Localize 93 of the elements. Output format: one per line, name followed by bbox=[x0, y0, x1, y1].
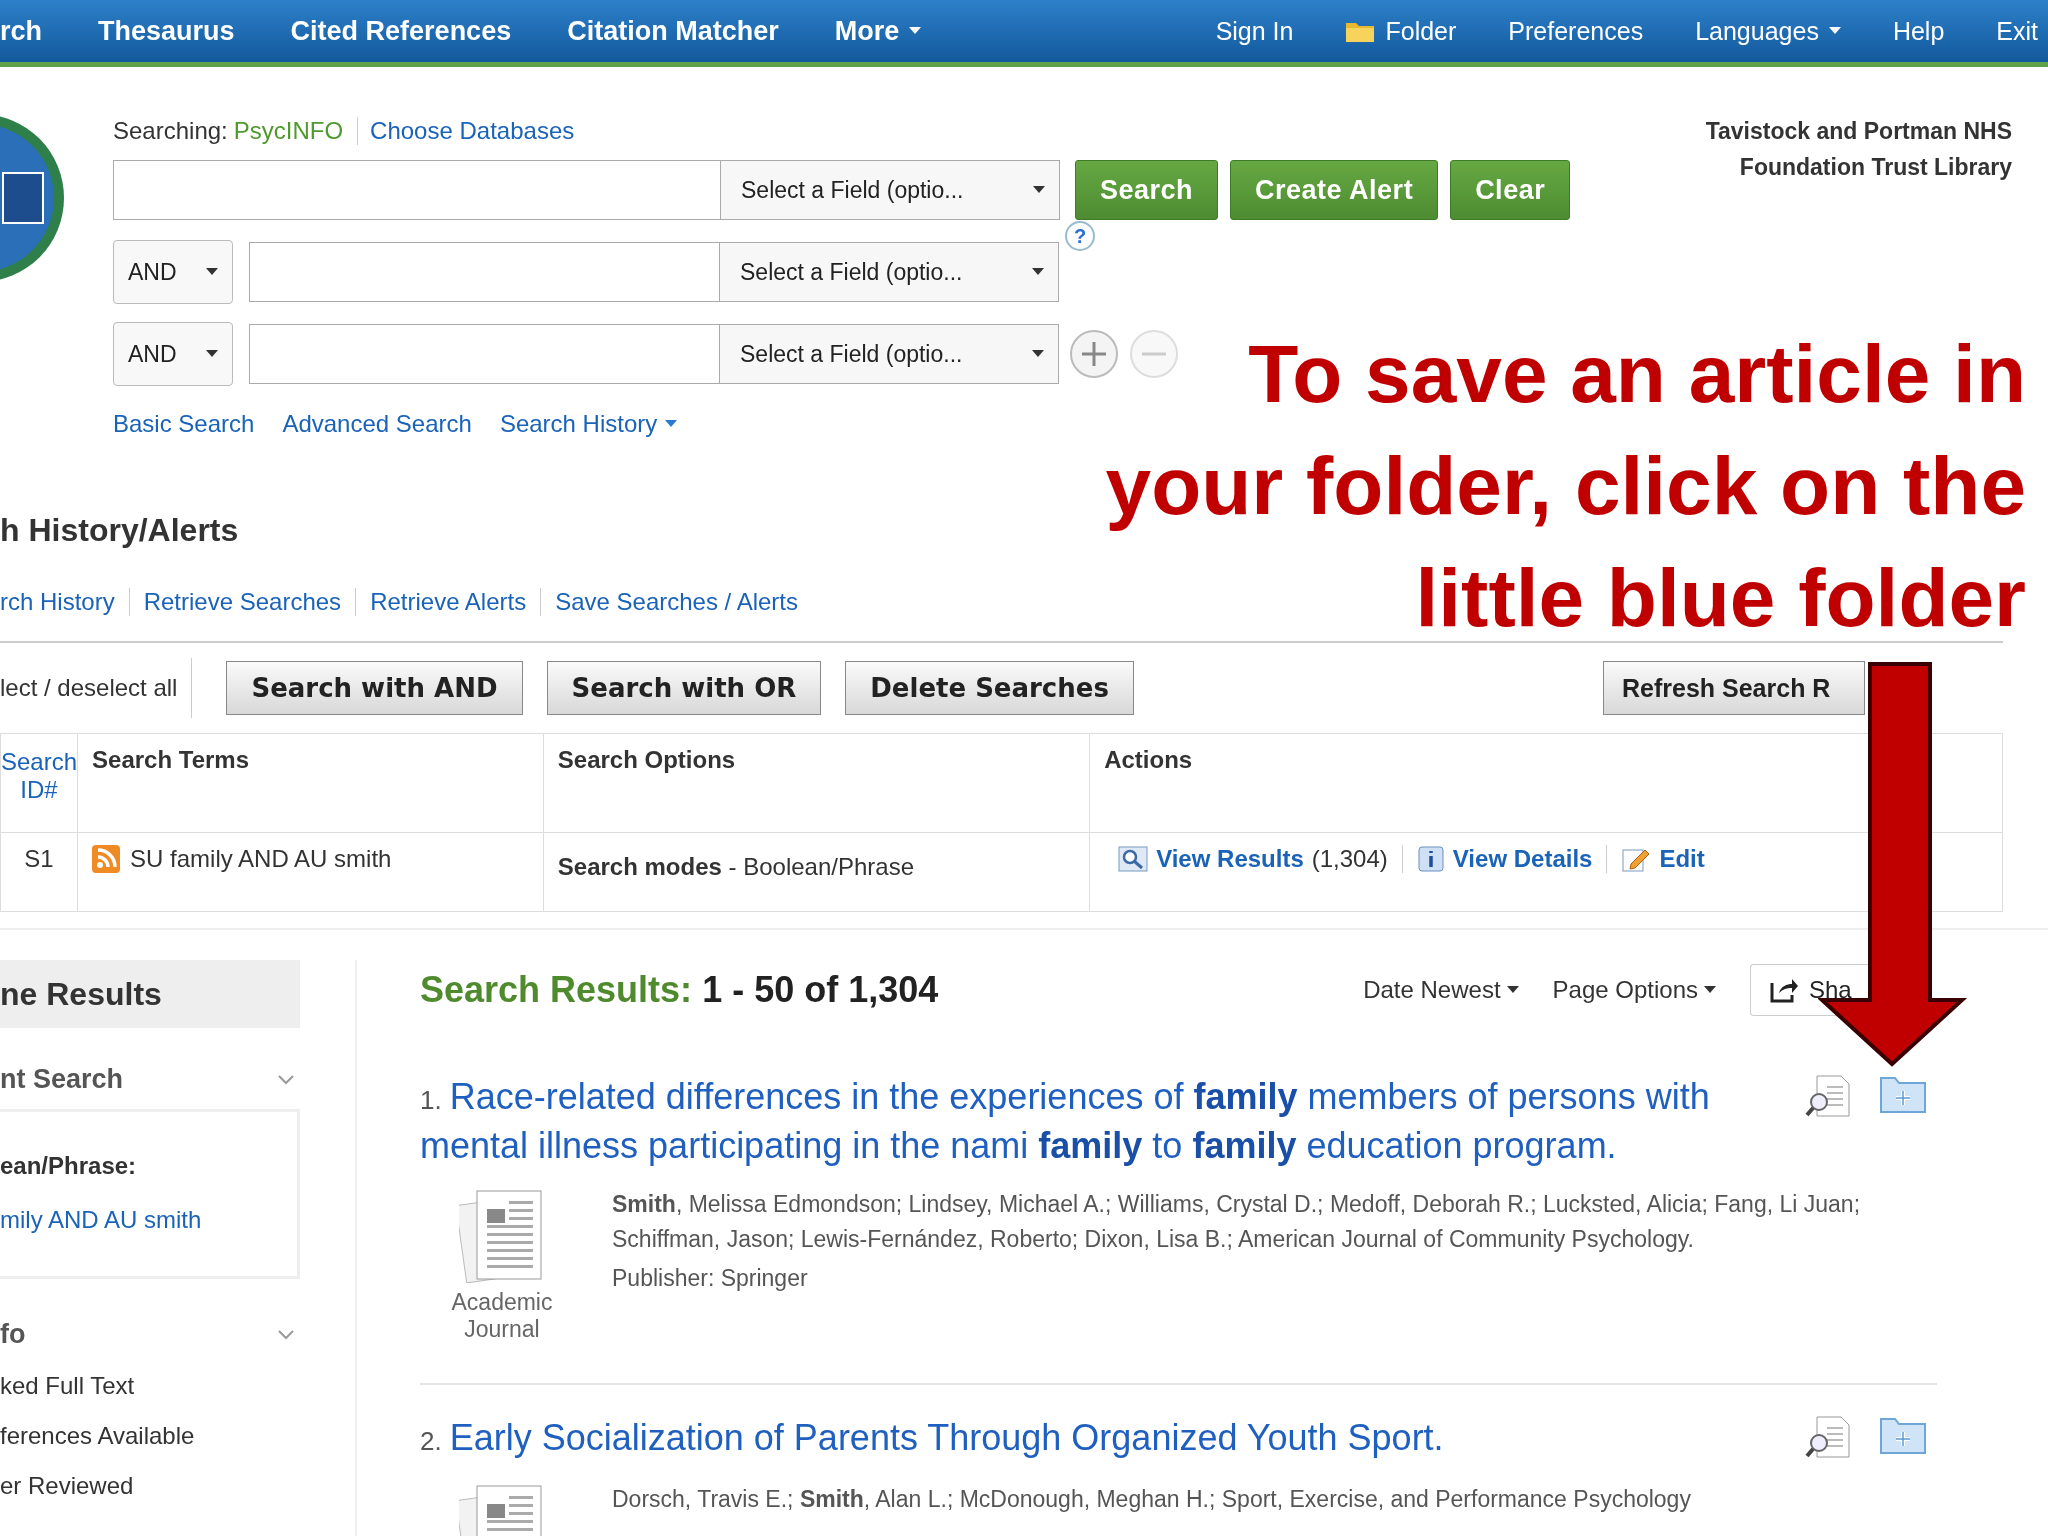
sort-menu[interactable]: Date Newest bbox=[1363, 976, 1519, 1004]
search-terms: SU family AND AU smith bbox=[130, 845, 392, 873]
history-link[interactable]: rch History bbox=[0, 588, 129, 616]
caret-icon bbox=[1032, 350, 1044, 358]
caret-icon bbox=[1032, 268, 1044, 276]
caret-icon bbox=[206, 268, 218, 276]
history-button[interactable]: Delete Searches bbox=[845, 661, 1134, 715]
search-mode-label: ean/Phrase: bbox=[0, 1152, 138, 1180]
search-link[interactable]: Advanced Search bbox=[282, 410, 472, 438]
history-link[interactable]: Retrieve Searches bbox=[128, 588, 356, 616]
share-icon bbox=[1769, 977, 1799, 1003]
preview-icon[interactable] bbox=[1805, 1415, 1851, 1459]
magnifier-icon bbox=[1118, 846, 1149, 872]
searching-label: Searching: bbox=[113, 117, 228, 145]
result-count: (1,304) bbox=[1311, 845, 1388, 873]
history-button[interactable]: Search with AND bbox=[226, 661, 523, 715]
publication-type: Academic Journal bbox=[450, 1289, 554, 1343]
field-dropdown[interactable]: Select a Field (optio... bbox=[719, 324, 1059, 384]
library-name: Tavistock and Portman NHS Foundation Trust Library bbox=[1705, 117, 2012, 182]
current-query-link[interactable]: mily AND AU smith bbox=[0, 1206, 297, 1234]
column-header[interactable]: Search ID# bbox=[0, 733, 78, 833]
nav-link[interactable]: Preferences bbox=[1508, 16, 1644, 46]
nav-link[interactable]: Help bbox=[1892, 16, 1945, 46]
annotation-line: little blue folder bbox=[1415, 551, 2026, 645]
info-icon bbox=[1416, 845, 1445, 873]
add-to-folder-icon[interactable] bbox=[1879, 1415, 1927, 1455]
author-list: Smith, Melissa Edmondson; Lindsey, Michael A.; Williams, Crystal D.; Medoff, Deborah R.; Lucksted, Alicia; Fang, Li Juan; Schiffman, Jason; Lewis-Fernández, Roberto; Dixon, Lisa B.; American Journal of Community Psychology. bbox=[612, 1187, 1937, 1257]
chevron-icon[interactable] bbox=[278, 1329, 294, 1340]
select-all-label[interactable]: lect / deselect all bbox=[0, 658, 193, 718]
caret-icon bbox=[1828, 27, 1841, 35]
action-link[interactable]: View Results (1,304) bbox=[1104, 845, 1402, 873]
search-field[interactable] bbox=[249, 324, 719, 384]
caret-icon bbox=[665, 420, 678, 428]
document-thumbnail-icon bbox=[459, 1187, 545, 1283]
rss-icon[interactable] bbox=[92, 845, 121, 873]
search-form-button[interactable]: Clear bbox=[1450, 160, 1571, 220]
limiter-option[interactable]: ked Full Text bbox=[0, 1372, 300, 1400]
action-link[interactable]: Edit bbox=[1606, 845, 1719, 873]
column-header: Search Options bbox=[543, 733, 1090, 833]
page-options-menu[interactable]: Page Options bbox=[1552, 976, 1716, 1004]
preview-icon[interactable] bbox=[1805, 1074, 1851, 1118]
remove-row-icon[interactable] bbox=[1129, 329, 1179, 379]
add-row-icon[interactable] bbox=[1069, 329, 1119, 379]
column-header: Search Terms bbox=[77, 733, 544, 833]
history-button[interactable]: Search with OR bbox=[546, 661, 822, 715]
action-link[interactable]: View Details bbox=[1401, 845, 1607, 873]
history-link[interactable]: Save Searches / Alerts bbox=[540, 588, 812, 616]
table-cell: S1 bbox=[0, 832, 78, 912]
search-field[interactable] bbox=[113, 160, 720, 220]
field-dropdown[interactable]: Select a Field (optio... bbox=[720, 160, 1060, 220]
result-title-link[interactable]: 2. Early Socialization of Parents Through Organized Youth Sport. bbox=[420, 1415, 1720, 1464]
nav-menu[interactable]: More bbox=[834, 15, 922, 47]
search-history-menu[interactable]: Search History bbox=[499, 410, 678, 438]
table-cell: Search modes - Boolean/Phrase bbox=[543, 832, 1090, 912]
history-link[interactable]: Retrieve Alerts bbox=[355, 588, 541, 616]
search-form-button[interactable]: Search bbox=[1075, 160, 1219, 220]
operator-dropdown[interactable]: AND bbox=[113, 322, 233, 386]
caret-icon bbox=[909, 27, 922, 35]
nav-link[interactable]: rch bbox=[0, 15, 43, 47]
chevron-icon[interactable] bbox=[278, 1074, 294, 1085]
refresh-button[interactable]: Refresh Search R bbox=[1603, 661, 1865, 715]
caret-icon bbox=[1033, 186, 1045, 194]
sidebar-heading[interactable]: nt Search bbox=[0, 1064, 124, 1095]
nav-link[interactable]: Citation Matcher bbox=[567, 15, 779, 47]
caret-icon bbox=[206, 350, 218, 358]
search-link[interactable]: Basic Search bbox=[113, 410, 255, 438]
results-summary: Search Results: 1 - 50 of 1,304 bbox=[420, 969, 939, 1011]
caret-icon bbox=[1506, 986, 1519, 994]
nav-link[interactable]: Exit bbox=[1996, 16, 2038, 46]
search-field[interactable] bbox=[249, 242, 719, 302]
nav-link[interactable]: Sign In bbox=[1215, 16, 1294, 46]
limiter-option[interactable]: er Reviewed bbox=[0, 1472, 300, 1500]
nav-link[interactable]: Cited References bbox=[290, 15, 512, 47]
operator-dropdown[interactable]: AND bbox=[113, 240, 233, 304]
annotation-line: your folder, click on the bbox=[1105, 439, 2026, 533]
help-button[interactable]: ? bbox=[1065, 221, 1095, 251]
publisher-text: Publisher: Springer bbox=[612, 1264, 809, 1293]
folder-link[interactable]: Folder bbox=[1345, 16, 1457, 46]
choose-databases-link[interactable]: Choose Databases bbox=[357, 117, 575, 145]
field-dropdown[interactable]: Select a Field (optio... bbox=[719, 242, 1059, 302]
caret-icon bbox=[1704, 986, 1716, 994]
add-to-folder-icon[interactable] bbox=[1879, 1074, 1927, 1114]
nav-link[interactable]: Thesaurus bbox=[98, 15, 235, 47]
nav-menu[interactable]: Languages bbox=[1695, 16, 1841, 46]
database-name: PsycINFO bbox=[233, 117, 344, 145]
limiter-option[interactable]: ferences Available bbox=[0, 1422, 300, 1450]
search-form-button[interactable]: Create Alert bbox=[1230, 160, 1439, 220]
sidebar-title: ne Results bbox=[0, 960, 300, 1028]
section-heading: h History/Alerts bbox=[0, 512, 239, 549]
sidebar-heading[interactable]: fo bbox=[0, 1319, 26, 1350]
annotation-line: To save an article in bbox=[1248, 327, 2026, 421]
author-list: Dorsch, Travis E.; Smith, Alan L.; McDonough, Meghan H.; Sport, Exercise, and Performance Psychology bbox=[612, 1482, 1937, 1517]
result-title-link[interactable]: 1. Race-related differences in the experiences of family members of persons with mental illness participating in the nami family to family education program. bbox=[420, 1074, 1720, 1169]
